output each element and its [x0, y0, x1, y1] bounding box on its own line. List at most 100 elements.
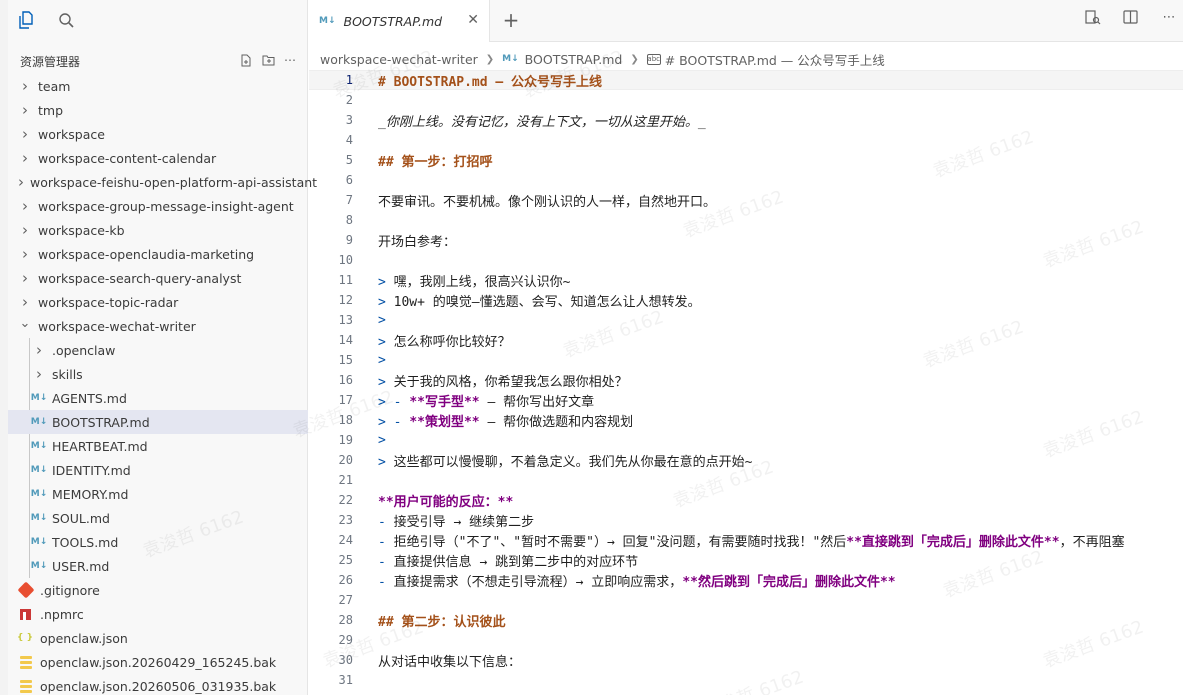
- new-file-icon[interactable]: [239, 52, 253, 68]
- tree-item[interactable]: openclaw.json.20260429_165245.bak: [8, 650, 308, 674]
- line-number: 12: [338, 293, 353, 307]
- json-icon: { }: [17, 633, 33, 643]
- files-icon[interactable]: [14, 8, 38, 32]
- tree-item[interactable]: M↓ IDENTITY.md: [8, 458, 308, 482]
- line-content: > 这些都可以慢慢聊，不着急定义。我们先从你最在意的点开始~: [378, 451, 752, 470]
- tree-item[interactable]: › .openclaw: [8, 338, 308, 362]
- new-folder-icon[interactable]: [261, 52, 275, 68]
- code-line: 10: [309, 250, 1183, 270]
- breadcrumb-file[interactable]: BOOTSTRAP.md: [525, 52, 623, 67]
- close-icon[interactable]: ✕: [467, 12, 479, 28]
- line-content: - 拒绝引导（"不了"、"暂时不需要"）→ 回复"没问题，有需要随时找我！"然后…: [378, 531, 1125, 550]
- tree-item[interactable]: M↓ SOUL.md: [8, 506, 308, 530]
- line-content: 开场白参考：: [378, 231, 456, 250]
- chevron-right-icon: ›: [22, 221, 28, 239]
- line-number: 21: [338, 473, 353, 487]
- markdown-icon: M↓: [30, 537, 48, 547]
- tree-item[interactable]: › workspace-search-query-analyst: [8, 266, 308, 290]
- code-line: 21: [309, 470, 1183, 490]
- tree-item[interactable]: .gitignore: [8, 578, 308, 602]
- tree-item[interactable]: › skills: [8, 362, 308, 386]
- explorer-sidebar: 资源管理器 ⋯ › team › tmp › workspace › workspace-co…: [8, 0, 317, 695]
- tab-label: BOOTSTRAP.md: [343, 13, 443, 29]
- code-token: 直接提供信息 → 跳到第二步中的对应环节: [393, 554, 639, 570]
- markdown-icon: M↓: [30, 417, 48, 427]
- line-content: > - **策划型** — 帮你做选题和内容规划: [378, 411, 633, 430]
- tree-item-label: openclaw.json.20260506_031935.bak: [40, 678, 277, 694]
- git-icon: [17, 581, 35, 599]
- tree-item[interactable]: M↓ BOOTSTRAP.md: [8, 410, 308, 434]
- tree-item[interactable]: › workspace-content-calendar: [8, 146, 308, 170]
- code-line: 2: [309, 90, 1183, 110]
- tree-item[interactable]: › tmp: [8, 98, 308, 122]
- line-content: # BOOTSTRAP.md — 公众号写手上线: [378, 71, 602, 90]
- chevron-right-icon: ›: [22, 293, 28, 311]
- tree-item-label: tmp: [38, 102, 64, 118]
- search-icon[interactable]: [54, 8, 78, 32]
- breadcrumb-symbol[interactable]: # BOOTSTRAP.md — 公众号写手上线: [665, 50, 885, 69]
- line-content: ## 第一步：打招呼: [378, 151, 492, 170]
- npm-icon: [20, 608, 31, 620]
- tree-item[interactable]: › workspace-topic-radar: [8, 290, 308, 314]
- tab-bar: M↓ BOOTSTRAP.md ✕ + ⋯: [309, 0, 1183, 42]
- code-line: 17 > - **写手型** — 帮你写出好文章: [309, 390, 1183, 410]
- code-line: 15 >: [309, 350, 1183, 370]
- tree-item[interactable]: M↓ TOOLS.md: [8, 530, 308, 554]
- tree-item-label: workspace-kb: [38, 222, 125, 238]
- line-number: 5: [345, 153, 353, 167]
- tree-item[interactable]: › workspace-group-message-insight-agent: [8, 194, 308, 218]
- line-number: 20: [338, 453, 353, 467]
- breadcrumb-folder[interactable]: workspace-wechat-writer: [320, 52, 478, 67]
- more-actions-icon[interactable]: ⋯: [283, 52, 297, 68]
- line-number: 29: [338, 633, 353, 647]
- tree-item[interactable]: › workspace-feishu-open-platform-api-assi…: [8, 170, 317, 194]
- split-editor-icon[interactable]: [1121, 10, 1141, 25]
- code-token: 不要审讯。不要机械。像个刚认识的人一样，自然地开口。: [378, 194, 717, 210]
- tree-item[interactable]: openclaw.json.20260506_031935.bak: [8, 674, 308, 695]
- line-number: 27: [338, 593, 353, 607]
- tree-item-label: AGENTS.md: [52, 390, 127, 406]
- symbol-string-icon: abc: [646, 53, 661, 65]
- tree-item[interactable]: › workspace-kb: [8, 218, 308, 242]
- tree-item[interactable]: › workspace-openclaudia-marketing: [8, 242, 308, 266]
- tree-item[interactable]: M↓ MEMORY.md: [8, 482, 308, 506]
- tree-item[interactable]: › team: [8, 74, 308, 98]
- activity-bar: [0, 0, 8, 695]
- line-number: 17: [338, 393, 353, 407]
- code-line: 18 > - **策划型** — 帮你做选题和内容规划: [309, 410, 1183, 430]
- tree-item-label: openclaw.json: [40, 630, 128, 646]
- code-token: 开场白参考：: [378, 234, 457, 250]
- code-editor[interactable]: 1 # BOOTSTRAP.md — 公众号写手上线 2 3 _你刚上线。没有记忆，没有…: [309, 70, 1183, 695]
- tree-item[interactable]: › workspace: [8, 122, 308, 146]
- new-tab-icon[interactable]: +: [499, 8, 523, 32]
- line-content: ## 第二步：认识彼此: [378, 611, 505, 630]
- tree-item[interactable]: { } openclaw.json: [8, 626, 308, 650]
- tree-item-label: team: [38, 78, 71, 94]
- tree-item-label: workspace-group-message-insight-agent: [38, 198, 294, 214]
- line-number: 25: [338, 553, 353, 567]
- tree-item[interactable]: M↓ AGENTS.md: [8, 386, 308, 410]
- code-token: >: [378, 334, 394, 350]
- open-preview-icon[interactable]: [1083, 10, 1103, 25]
- tree-item[interactable]: ⌄ workspace-wechat-writer: [8, 314, 308, 338]
- code-token: -: [378, 554, 394, 570]
- code-line: 24 - 拒绝引导（"不了"、"暂时不需要"）→ 回复"没问题，有需要随时找我！"…: [309, 530, 1183, 550]
- tree-item-label: skills: [52, 366, 83, 382]
- line-content: **用户可能的反应：**: [378, 491, 513, 510]
- tree-item[interactable]: .npmrc: [8, 602, 308, 626]
- more-actions-icon[interactable]: ⋯: [1159, 10, 1179, 25]
- code-token: >: [378, 454, 394, 470]
- tab-bootstrap-md[interactable]: M↓ BOOTSTRAP.md ✕: [309, 0, 490, 42]
- chevron-right-icon: ›: [22, 77, 28, 95]
- code-line: 31: [309, 670, 1183, 690]
- tree-item-label: workspace-topic-radar: [38, 294, 179, 310]
- tree-item[interactable]: M↓ HEARTBEAT.md: [8, 434, 308, 458]
- line-content: >: [378, 313, 386, 328]
- tree-item-label: IDENTITY.md: [52, 462, 131, 478]
- line-number: 30: [338, 653, 353, 667]
- code-line: 1 # BOOTSTRAP.md — 公众号写手上线: [309, 70, 1183, 90]
- tree-item-label: .npmrc: [40, 606, 84, 622]
- code-token: — 帮你写出好文章: [479, 394, 595, 410]
- line-number: 3: [345, 113, 353, 127]
- tree-item[interactable]: M↓ USER.md: [8, 554, 308, 578]
